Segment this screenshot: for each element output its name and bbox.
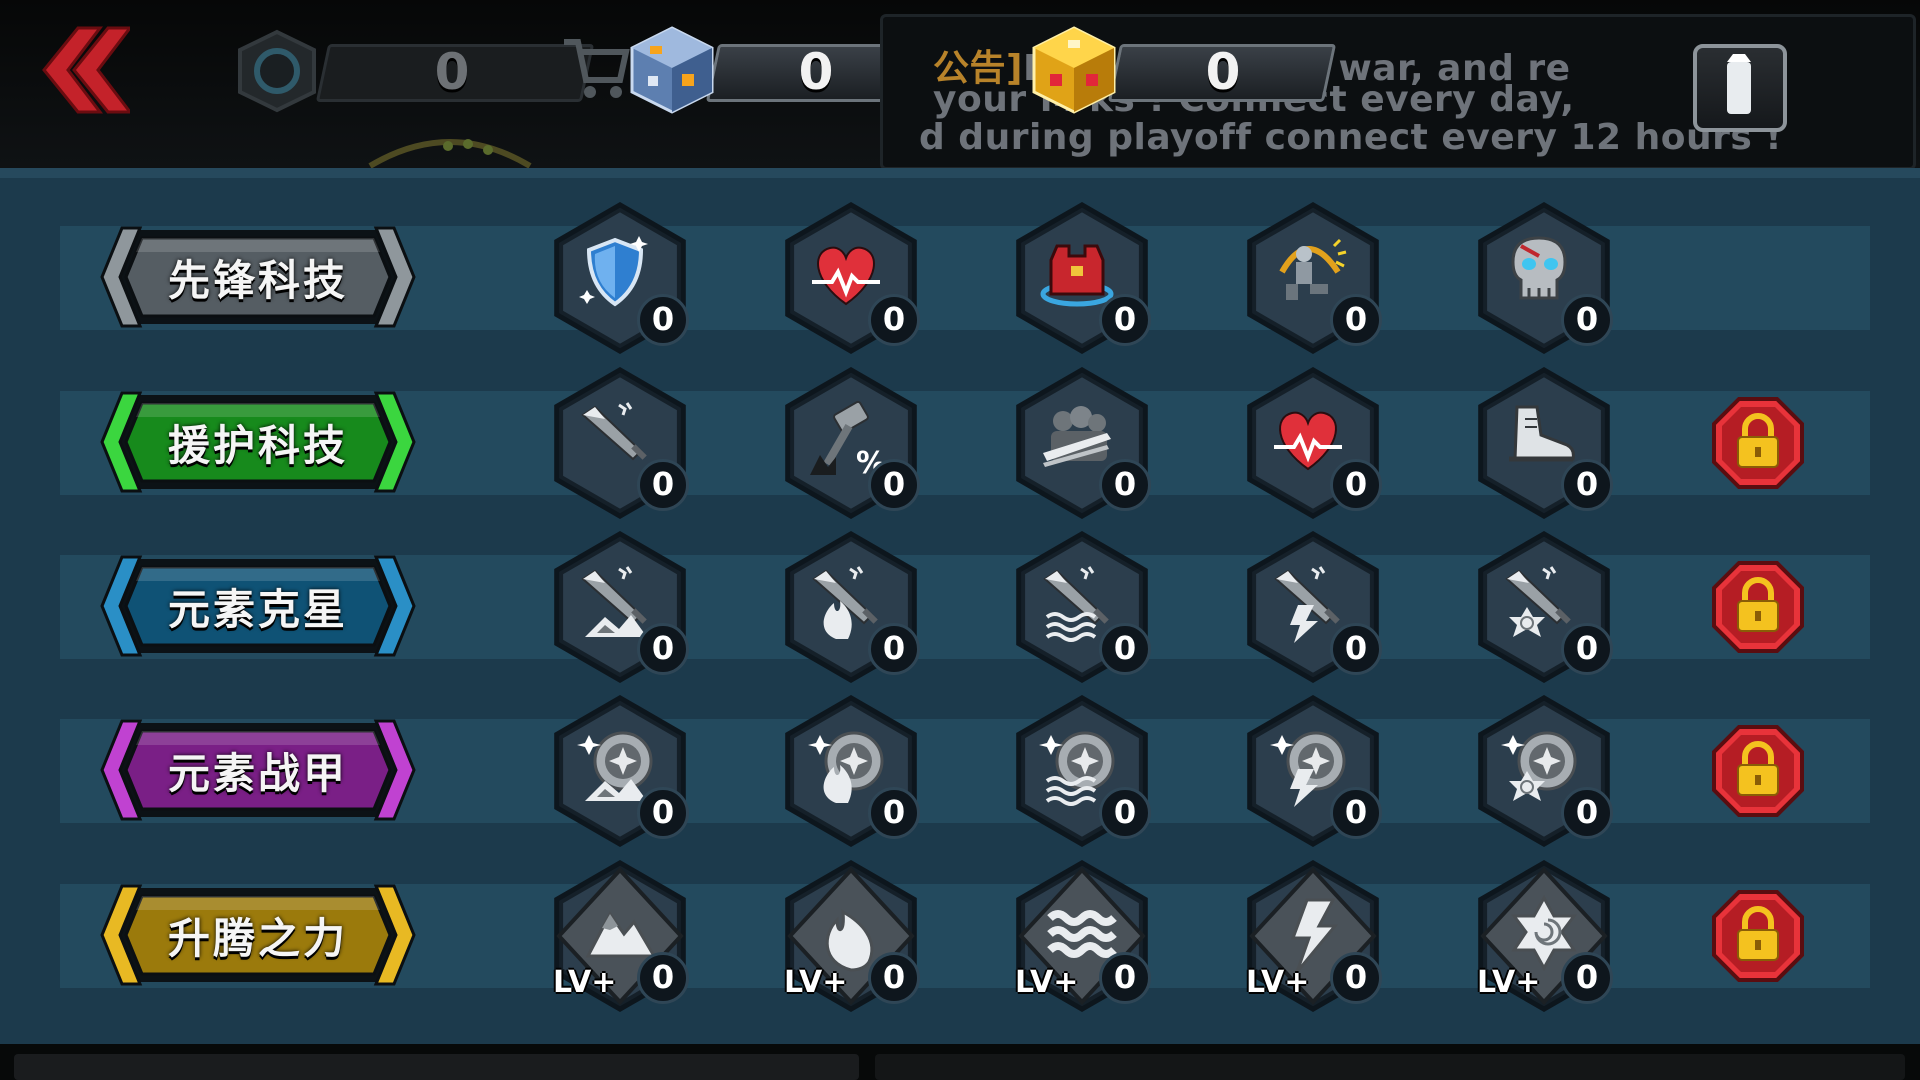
- level-up-badge: LV+: [1015, 965, 1079, 1000]
- armor-vest-icon: [1040, 244, 1114, 307]
- category-label: 援护科技: [167, 420, 348, 470]
- tech-slot[interactable]: 0: [1469, 363, 1619, 523]
- tech-level-count: 0: [1099, 623, 1151, 675]
- category-label: 升腾之力: [167, 913, 348, 963]
- tech-level-count: 0: [1330, 623, 1382, 675]
- tech-level-count: 0: [637, 787, 689, 839]
- tech-level-count: 0: [1561, 294, 1613, 346]
- locked-row-button[interactable]: [1712, 561, 1804, 653]
- tech-slot[interactable]: 0: [545, 527, 695, 687]
- tech-level-count: 0: [1561, 952, 1613, 1004]
- info-button[interactable]: [1693, 44, 1787, 132]
- tech-level-count: 0: [637, 459, 689, 511]
- gold-cube-value: 0: [1205, 43, 1241, 101]
- tech-slot[interactable]: 0: [776, 527, 926, 687]
- tech-level-count: 0: [868, 459, 920, 511]
- tech-slot[interactable]: 0: [1238, 198, 1388, 358]
- tech-level-count: 0: [868, 623, 920, 675]
- tech-slot[interactable]: LV+ 0: [545, 856, 695, 1016]
- leaf-decoration: [368, 139, 532, 168]
- locked-row-button[interactable]: [1712, 890, 1804, 982]
- tech-level-count: 0: [1330, 787, 1382, 839]
- locked-row-button[interactable]: [1712, 397, 1804, 489]
- tech-slot[interactable]: 0: [1238, 363, 1388, 523]
- tech-slot[interactable]: 0: [1238, 527, 1388, 687]
- notice-line-3: d during playoff connect every 12 hours …: [919, 117, 1783, 158]
- bottom-strip: [0, 1044, 1920, 1080]
- padlock-icon: [1712, 561, 1804, 653]
- gear-token-counter: 0: [232, 24, 612, 116]
- tech-level-count: 0: [1330, 952, 1382, 1004]
- top-bar: 0 0 公告]H n inter-guild war, and re your …: [0, 0, 1920, 170]
- gear-token-value: 0: [434, 43, 470, 101]
- tech-slot[interactable]: 0: [776, 198, 926, 358]
- category-label: 元素克星: [167, 584, 348, 634]
- tech-slot[interactable]: 0: [776, 691, 926, 851]
- gold-cube-counter: 0: [1028, 24, 1348, 116]
- tech-slot[interactable]: 0: [1007, 691, 1157, 851]
- tech-slot[interactable]: % 0: [776, 363, 926, 523]
- tech-slot[interactable]: 0: [545, 198, 695, 358]
- category-button-2[interactable]: 援护科技: [96, 389, 420, 495]
- category-button-5[interactable]: 升腾之力: [96, 882, 420, 988]
- tech-slot[interactable]: 0: [1469, 527, 1619, 687]
- tech-slot[interactable]: 0: [1007, 363, 1157, 523]
- blue-cube-icon: [630, 26, 714, 114]
- tech-level-count: 0: [868, 294, 920, 346]
- tech-level-count: 0: [1099, 787, 1151, 839]
- tech-level-count: 0: [637, 952, 689, 1004]
- category-button-1[interactable]: 先锋科技: [96, 224, 420, 330]
- back-button[interactable]: [30, 22, 134, 118]
- tech-slot[interactable]: 0: [545, 691, 695, 851]
- tech-slot[interactable]: 0: [1007, 527, 1157, 687]
- tech-slot[interactable]: 0: [1469, 691, 1619, 851]
- level-up-badge: LV+: [553, 965, 617, 1000]
- tech-slot[interactable]: 0: [1469, 198, 1619, 358]
- category-label: 元素战甲: [167, 748, 348, 798]
- tech-slot[interactable]: LV+ 0: [776, 856, 926, 1016]
- locked-row-button[interactable]: [1712, 725, 1804, 817]
- tech-slot[interactable]: 0: [545, 363, 695, 523]
- double-chevron-left-icon: [42, 26, 134, 114]
- tech-slot[interactable]: 0: [1238, 691, 1388, 851]
- padlock-icon: [1712, 397, 1804, 489]
- level-up-badge: LV+: [1246, 965, 1310, 1000]
- level-up-badge: LV+: [784, 965, 848, 1000]
- category-button-4[interactable]: 元素战甲: [96, 717, 420, 823]
- tech-level-count: 0: [1099, 294, 1151, 346]
- tech-level-count: 0: [1330, 294, 1382, 346]
- tech-slot[interactable]: LV+ 0: [1007, 856, 1157, 1016]
- tech-level-count: 0: [637, 294, 689, 346]
- tech-level-count: 0: [1561, 787, 1613, 839]
- cart-icon: [564, 39, 630, 98]
- gold-cube-icon: [1032, 26, 1116, 114]
- tech-level-count: 0: [868, 787, 920, 839]
- info-icon: [1727, 54, 1751, 114]
- tech-slot[interactable]: 0: [1007, 198, 1157, 358]
- skull-icon: [1511, 236, 1567, 300]
- gear-coin-icon: [238, 29, 316, 113]
- tech-slot[interactable]: LV+ 0: [1238, 856, 1388, 1016]
- padlock-icon: [1712, 890, 1804, 982]
- level-up-badge: LV+: [1477, 965, 1541, 1000]
- tech-slot[interactable]: LV+ 0: [1469, 856, 1619, 1016]
- tech-level-count: 0: [1099, 459, 1151, 511]
- tech-level-count: 0: [1099, 952, 1151, 1004]
- tech-level-count: 0: [637, 623, 689, 675]
- category-label: 先锋科技: [167, 255, 348, 305]
- tech-level-count: 0: [1561, 623, 1613, 675]
- padlock-icon: [1712, 725, 1804, 817]
- tech-level-count: 0: [1561, 459, 1613, 511]
- tech-level-count: 0: [1330, 459, 1382, 511]
- tech-level-count: 0: [868, 952, 920, 1004]
- category-button-3[interactable]: 元素克星: [96, 553, 420, 659]
